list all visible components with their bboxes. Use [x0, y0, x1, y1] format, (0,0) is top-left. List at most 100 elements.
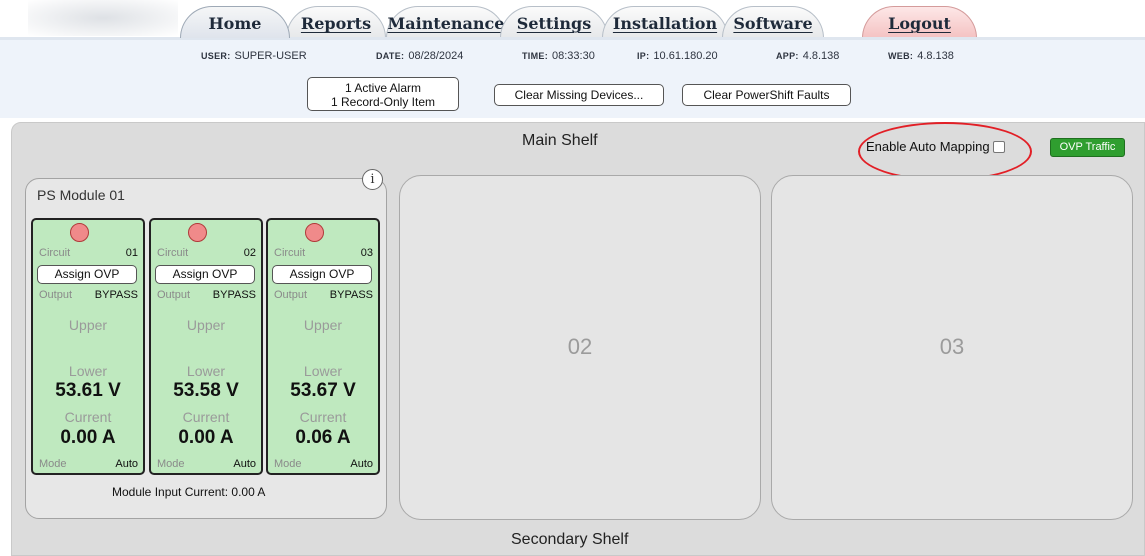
- current-value: 0.06 A: [295, 427, 351, 448]
- empty-slot-03[interactable]: 03: [771, 175, 1133, 520]
- lower-label: Lower: [303, 363, 343, 379]
- module-input-current: Module Input Current: 0.00 A: [112, 485, 266, 499]
- output-label: Output: [39, 289, 73, 301]
- mode-value: Auto: [233, 458, 256, 470]
- tab-label: Software: [733, 14, 813, 33]
- voltage-value: 53.67 V: [290, 380, 356, 401]
- tab-home[interactable]: Home: [180, 6, 290, 38]
- assign-ovp-button[interactable]: Assign OVP: [37, 265, 137, 284]
- circuit-row: Circuit 03: [274, 247, 373, 259]
- alarm-led-icon: [70, 223, 89, 242]
- voltage-value: 53.58 V: [173, 380, 239, 401]
- date-key: DATE:: [376, 51, 405, 61]
- info-icon[interactable]: i: [362, 169, 383, 190]
- current-value: 0.00 A: [178, 427, 234, 448]
- ovp-traffic-button[interactable]: OVP Traffic: [1050, 138, 1125, 157]
- circuit-number: 03: [360, 247, 373, 259]
- circuit-label: Circuit: [274, 247, 306, 259]
- web-key: WEB:: [888, 51, 914, 61]
- auto-mapping-toggle[interactable]: Enable Auto Mapping: [866, 139, 1005, 154]
- circuit-label: Circuit: [157, 247, 189, 259]
- user-info: USER: SUPER-USER: [201, 50, 307, 62]
- app-value: 4.8.138: [802, 50, 840, 62]
- assign-ovp-button[interactable]: Assign OVP: [155, 265, 255, 284]
- ps-module-title: PS Module 01: [37, 187, 125, 203]
- tab-reports[interactable]: Reports: [286, 6, 386, 38]
- date-info: DATE: 08/28/2024: [376, 50, 463, 62]
- current-label: Current: [182, 409, 230, 425]
- time-info: TIME: 08:33:30: [522, 50, 595, 62]
- lower-label: Lower: [186, 363, 226, 379]
- clear-powershift-faults-button[interactable]: Clear PowerShift Faults: [682, 84, 851, 106]
- mode-value: Auto: [350, 458, 373, 470]
- mode-row: Mode Auto: [274, 458, 373, 470]
- top-nav: Reports Maintenance Settings Installatio…: [0, 0, 1145, 40]
- voltage-value: 53.61 V: [55, 380, 121, 401]
- tab-maintenance[interactable]: Maintenance: [386, 6, 506, 38]
- alarm-summary-button[interactable]: 1 Active Alarm 1 Record-Only Item: [307, 77, 459, 111]
- secondary-shelf-title: Secondary Shelf: [511, 531, 629, 548]
- current-label: Current: [64, 409, 112, 425]
- circuit-number: 02: [243, 247, 256, 259]
- assign-ovp-button[interactable]: Assign OVP: [272, 265, 372, 284]
- mode-row: Mode Auto: [157, 458, 256, 470]
- tab-label: Reports: [300, 14, 372, 33]
- time-key: TIME:: [522, 51, 548, 61]
- ip-key: IP:: [637, 51, 650, 61]
- alarm-led-icon: [188, 223, 207, 242]
- circuit-label: Circuit: [39, 247, 71, 259]
- logo: [28, 0, 178, 36]
- user-key: USER:: [201, 51, 231, 61]
- current-value: 0.00 A: [60, 427, 116, 448]
- tab-settings[interactable]: Settings: [500, 6, 608, 38]
- output-value: BYPASS: [94, 289, 138, 301]
- web-version: WEB: 4.8.138: [888, 50, 954, 62]
- tab-label: Maintenance: [387, 14, 505, 33]
- record-only-count: 1 Record-Only Item: [330, 95, 436, 109]
- date-value: 08/28/2024: [408, 50, 464, 62]
- tab-label: Installation: [612, 14, 718, 33]
- main-shelf-title: Main Shelf: [522, 132, 598, 149]
- circuit-row: Circuit 01: [39, 247, 138, 259]
- status-header: USER: SUPER-USER DATE: 08/28/2024 TIME: 08:…: [0, 40, 1145, 118]
- upper-label: Upper: [186, 317, 226, 333]
- mode-row: Mode Auto: [39, 458, 138, 470]
- app-key: APP:: [776, 51, 799, 61]
- circuit-card[interactable]: Circuit 02 Assign OVP Output BYPASS Upper …: [149, 218, 263, 475]
- ip-value: 10.61.180.20: [653, 50, 718, 62]
- slot-number: 02: [567, 334, 593, 359]
- tab-label: Settings: [516, 14, 592, 33]
- upper-label: Upper: [303, 317, 343, 333]
- circuit-card[interactable]: Circuit 01 Assign OVP Output BYPASS Upper …: [31, 218, 145, 475]
- tab-logout[interactable]: Logout: [862, 6, 977, 38]
- empty-slot-02[interactable]: 02: [399, 175, 761, 520]
- mode-label: Mode: [39, 458, 67, 470]
- output-value: BYPASS: [329, 289, 373, 301]
- time-value: 08:33:30: [552, 50, 595, 62]
- circuit-number: 01: [125, 247, 138, 259]
- alarm-led-icon: [305, 223, 324, 242]
- current-label: Current: [299, 409, 347, 425]
- output-label: Output: [157, 289, 191, 301]
- tab-label: Logout: [888, 14, 951, 33]
- output-value: BYPASS: [212, 289, 256, 301]
- active-alarm-count: 1 Active Alarm: [344, 81, 422, 95]
- tab-label: Home: [208, 14, 262, 33]
- tab-installation[interactable]: Installation: [602, 6, 728, 38]
- user-value: SUPER-USER: [234, 50, 307, 62]
- auto-mapping-label: Enable Auto Mapping: [866, 139, 990, 154]
- output-label: Output: [274, 289, 308, 301]
- mode-value: Auto: [115, 458, 138, 470]
- app-version: APP: 4.8.138: [776, 50, 839, 62]
- output-row: Output BYPASS: [157, 289, 256, 301]
- slot-number: 03: [939, 334, 965, 359]
- circuit-card[interactable]: Circuit 03 Assign OVP Output BYPASS Upper …: [266, 218, 380, 475]
- auto-mapping-checkbox[interactable]: [992, 141, 1005, 153]
- circuit-row: Circuit 02: [157, 247, 256, 259]
- output-row: Output BYPASS: [274, 289, 373, 301]
- web-value: 4.8.138: [917, 50, 954, 62]
- tab-software[interactable]: Software: [722, 6, 824, 38]
- clear-missing-devices-button[interactable]: Clear Missing Devices...: [494, 84, 664, 106]
- upper-label: Upper: [68, 317, 108, 333]
- output-row: Output BYPASS: [39, 289, 138, 301]
